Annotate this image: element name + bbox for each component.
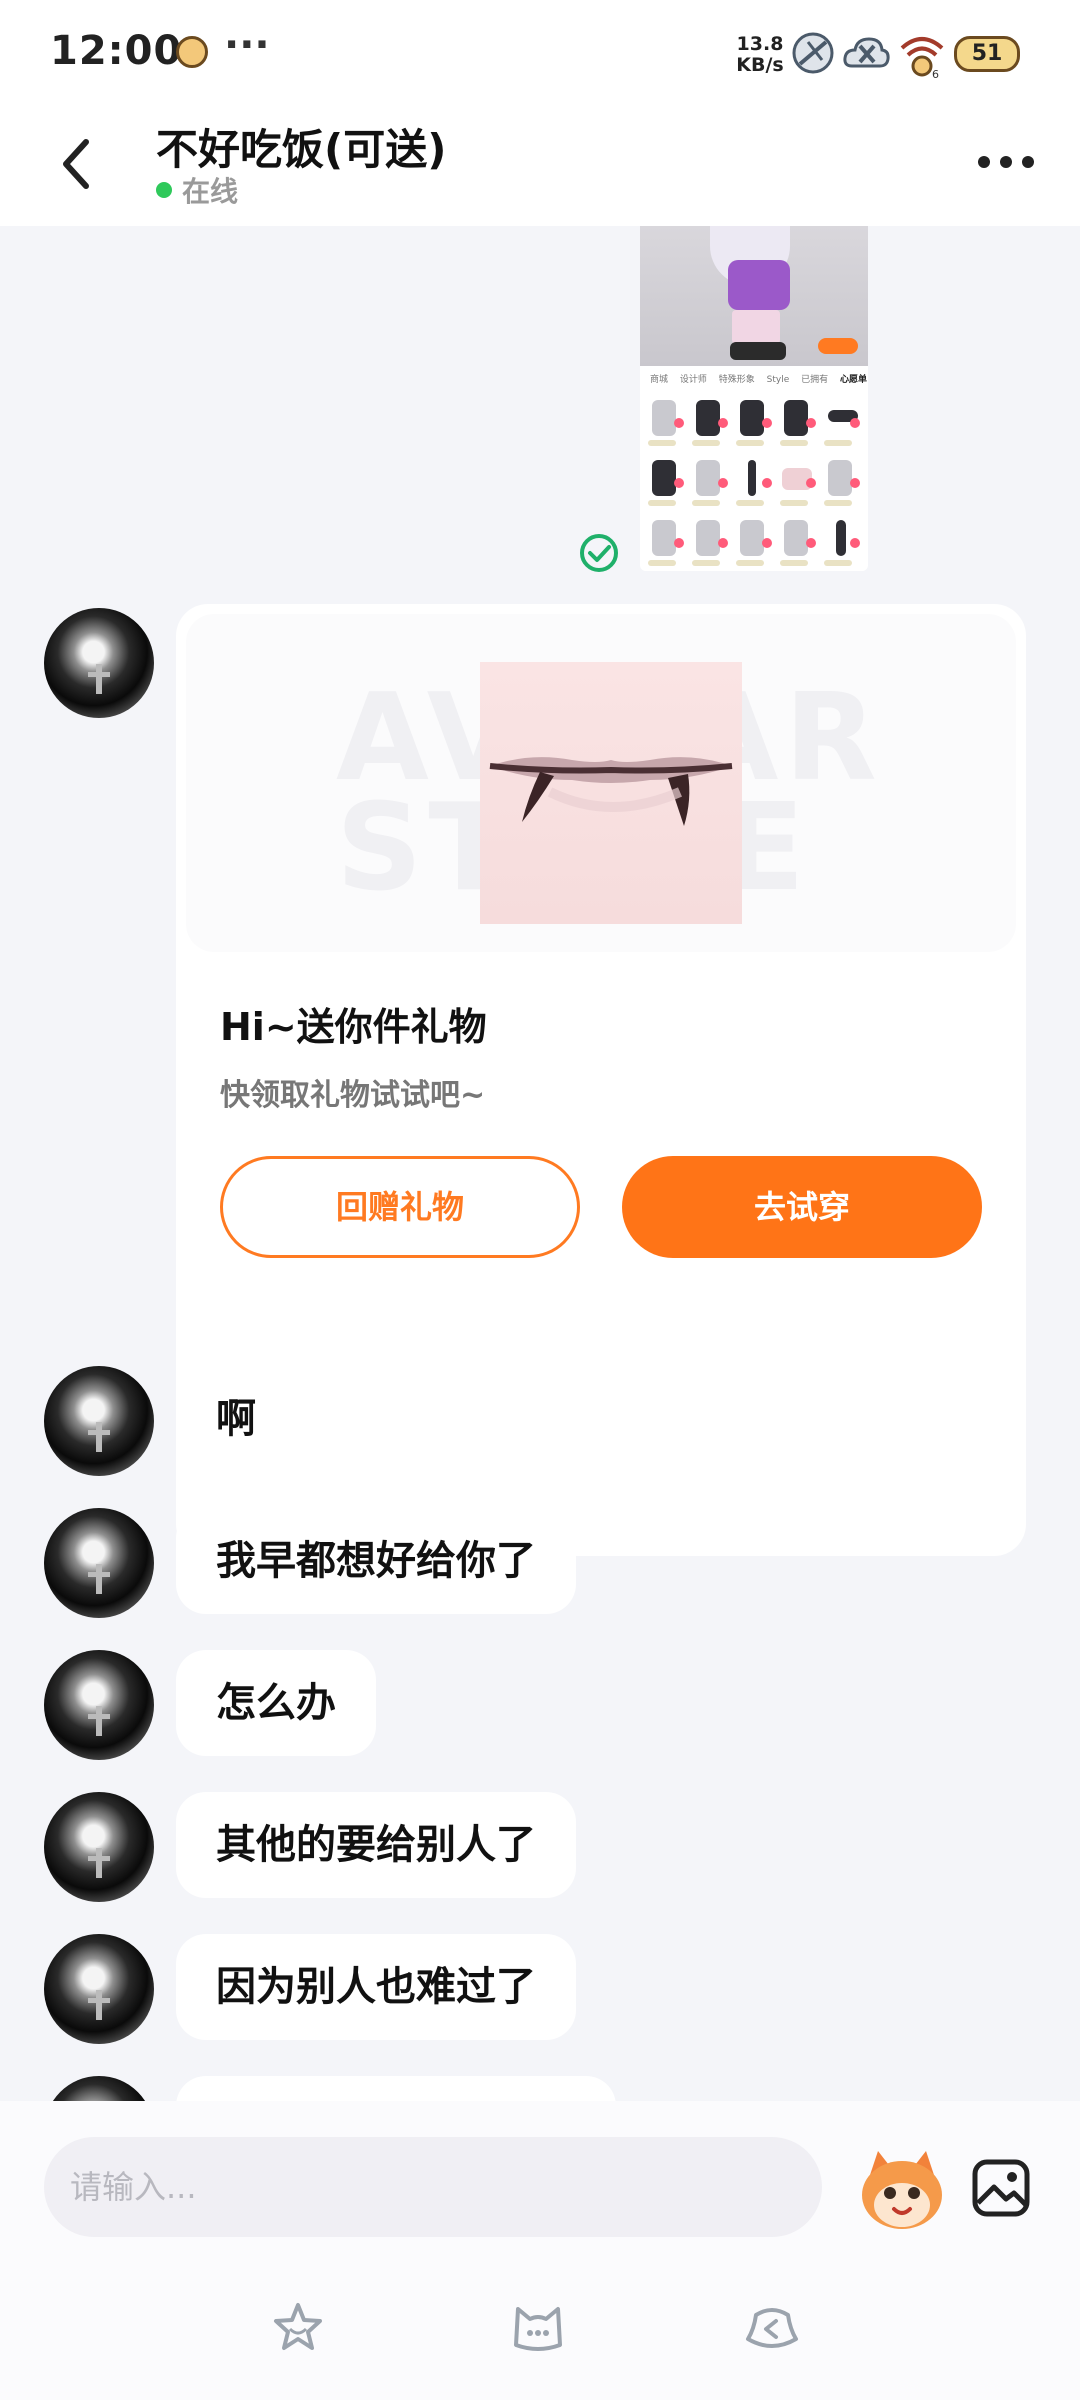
contact-avatar[interactable] — [44, 608, 154, 718]
mascot-emoji-button[interactable] — [856, 2145, 948, 2233]
try-on-button[interactable]: 去试穿 — [622, 1156, 982, 1258]
chat-header: 不好吃饭(可送) 在线 — [0, 104, 1080, 226]
svg-text:6: 6 — [932, 68, 939, 80]
contact-avatar[interactable] — [44, 1934, 154, 2044]
screenshot-tab-active: 心愿单 — [840, 375, 868, 385]
satellite-icon — [792, 32, 834, 74]
wifi-icon: 6 — [900, 37, 944, 80]
sent-screenshot-image[interactable]: 商城 设计师 特殊形象 Style 已拥有 心愿单 — [640, 226, 868, 571]
network-speed: 13.8 KB/s — [730, 34, 790, 76]
gift-card[interactable]: AVATAR STORE Hi~送你件礼物 快领取礼物试试吧~ 回赠礼物 去试穿 — [176, 604, 1026, 1556]
notification-app-icon — [176, 36, 208, 68]
message-bubble[interactable]: 因为别人也难过了 — [176, 1934, 576, 2040]
screenshot-tabs: 商城 设计师 特殊形象 Style 已拥有 心愿单 — [640, 366, 868, 390]
message-bubble[interactable]: 怎么办 — [176, 1650, 376, 1756]
online-status-text: 在线 — [182, 175, 239, 208]
contact-avatar[interactable] — [44, 1792, 154, 1902]
cloud-off-icon — [843, 37, 890, 68]
message-bubble[interactable]: 我早都想好给你了 — [176, 1508, 576, 1614]
message-input[interactable] — [44, 2137, 822, 2237]
gift-title: Hi~送你件礼物 — [220, 1005, 487, 1049]
screenshot-tab: 已拥有 — [801, 375, 829, 385]
screenshot-avatar-preview — [640, 226, 868, 366]
gift-subtitle: 快领取礼物试试吧~ — [220, 1078, 486, 1113]
screenshot-tab: Style — [766, 375, 790, 385]
contact-avatar[interactable] — [44, 1508, 154, 1618]
message-bubble[interactable]: 啊 — [176, 1366, 296, 1472]
hat-icon[interactable] — [744, 2299, 800, 2355]
input-bar — [0, 2101, 1080, 2400]
message-bubble[interactable]: 其他的要给别人了 — [176, 1792, 576, 1898]
return-gift-button[interactable]: 回赠礼物 — [220, 1156, 580, 1258]
contact-name: 不好吃饭(可送) — [156, 125, 447, 174]
sent-check-icon — [580, 534, 618, 572]
star-icon[interactable] — [270, 2299, 326, 2355]
screenshot-tab: 特殊形象 — [718, 375, 755, 385]
chat-messages[interactable]: 商城 设计师 特殊形象 Style 已拥有 心愿单 Hi~送你件礼物 快领取礼物… — [0, 226, 1080, 2101]
contact-avatar[interactable] — [44, 1366, 154, 1476]
network-speed-value: 13.8 — [736, 33, 784, 55]
status-time: 12:00 — [50, 28, 183, 74]
status-bar: 12:00 ··· 13.8 KB/s 6 51 — [0, 0, 1080, 104]
battery-indicator: 51 — [954, 36, 1020, 72]
message-bubble-partial[interactable] — [176, 2076, 616, 2101]
network-speed-unit: KB/s — [736, 54, 784, 76]
gift-item-image — [480, 662, 742, 924]
back-button[interactable] — [52, 128, 108, 198]
cat-face-icon[interactable] — [510, 2299, 566, 2355]
more-notifications-icon: ··· — [224, 22, 270, 68]
vampire-lips-icon — [489, 757, 733, 826]
gift-image-area: AVATAR STORE — [186, 614, 1016, 952]
online-status-dot — [156, 182, 172, 198]
contact-avatar[interactable] — [44, 1650, 154, 1760]
screenshot-item-grid — [640, 390, 868, 571]
screenshot-tab: 设计师 — [679, 375, 707, 385]
screenshot-tab: 商城 — [650, 375, 669, 385]
image-picker-icon[interactable] — [970, 2157, 1032, 2219]
contact-avatar[interactable] — [44, 2076, 154, 2101]
more-options-button[interactable] — [974, 144, 1038, 184]
